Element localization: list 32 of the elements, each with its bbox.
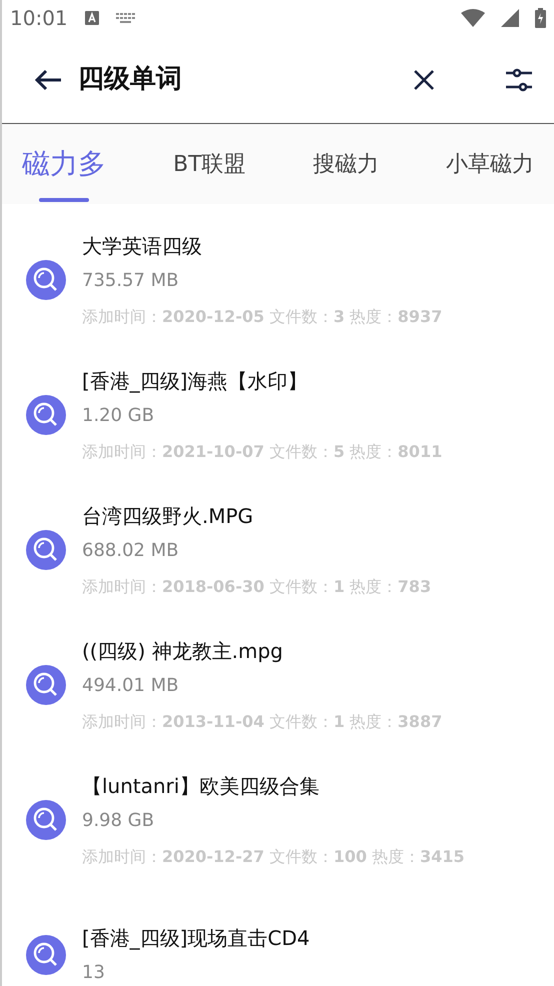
search-icon	[26, 800, 66, 840]
search-icon	[26, 394, 66, 434]
tab[interactable]: 磁力多	[22, 124, 106, 204]
wifi-icon	[461, 9, 485, 27]
text-input-icon	[84, 10, 100, 26]
battery-icon	[535, 8, 546, 28]
search-icon	[26, 530, 66, 570]
tab[interactable]: 搜磁力	[312, 124, 379, 204]
search-icon	[26, 664, 66, 704]
search-icon	[26, 934, 66, 974]
tab[interactable]: BT联盟	[173, 124, 246, 204]
back-arrow-icon[interactable]	[34, 68, 62, 90]
result-title[interactable]: 大学英语四级	[82, 232, 442, 260]
tab[interactable]: 小草磁力	[446, 124, 534, 204]
file-size: 494.01 MB	[82, 674, 180, 698]
close-icon[interactable]	[414, 70, 434, 90]
result-title[interactable]: [香港_四级]海燕【水印】	[82, 366, 442, 394]
search-icon	[26, 260, 66, 300]
file-size: 9.98 GB	[82, 808, 156, 832]
result-title[interactable]: 【luntanri】欧美四级合集	[82, 772, 464, 800]
file-size: 13	[82, 960, 106, 984]
status-time: 10:01	[10, 5, 68, 32]
file-size: 688.02 MB	[82, 538, 180, 562]
filter-sliders-icon[interactable]	[506, 68, 532, 92]
signal-icon	[501, 9, 519, 27]
file-size: 1.20 GB	[82, 404, 156, 428]
result-title[interactable]: [香港_四级]现场直击CD4	[82, 924, 310, 952]
result-title[interactable]: ((四级) 神龙教主.mpg	[82, 636, 442, 664]
keyboard-icon	[116, 13, 136, 23]
result-title[interactable]: 台湾四级野火.MPG	[82, 502, 432, 530]
file-size: 735.57 MB	[82, 268, 180, 292]
search-field[interactable]: 四级单词	[78, 60, 398, 99]
